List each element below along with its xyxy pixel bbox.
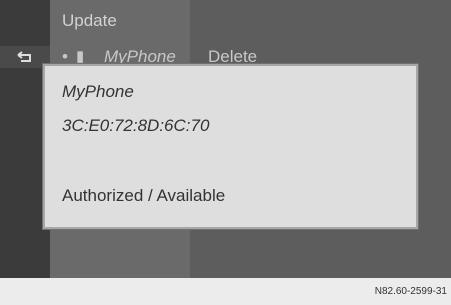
popup-device-address: 3C:E0:72:8D:6C:70 [62,116,210,135]
device-info-popup: MyPhone 3C:E0:72:8D:6C:70 Authorized / A… [43,64,418,229]
caption-bar: N82.60-2599-31 [0,278,451,305]
figure-code: N82.60-2599-31 [374,286,447,297]
popup-device-status: Authorized / Available [62,186,226,205]
update-menu-item[interactable]: Update [50,6,190,36]
display-screen: Update • ▮ MyPhone Delete MyPhone 3C:E0:… [0,0,451,278]
popup-device-name: MyPhone [62,82,134,101]
back-arrow-icon [15,51,35,63]
